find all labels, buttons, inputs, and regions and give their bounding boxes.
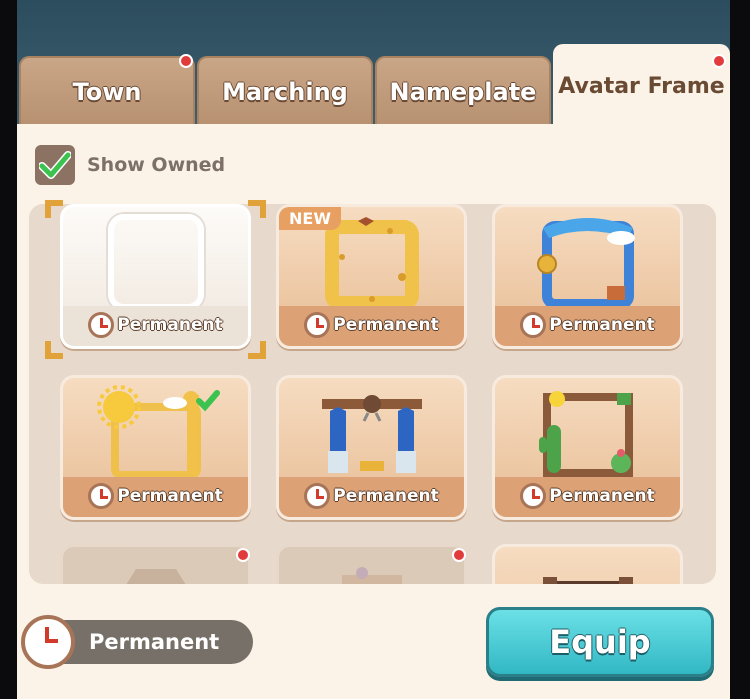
tab-town-label: Town [72,78,142,106]
frame-card-cactus-wood[interactable]: Permanent [492,375,683,520]
frame-duration: Permanent [333,486,439,506]
frame-card-claw-machine[interactable]: Permanent [276,375,467,520]
checkmark-icon [39,151,71,179]
tab-avatar-frame[interactable]: Avatar Frame [553,44,730,126]
frame-preview [495,207,680,317]
frame-card-blank[interactable]: Permanent [60,204,251,349]
frame-duration: Permanent [117,315,223,335]
frame-card-dark-wood[interactable] [492,544,683,584]
frame-preview [63,378,248,488]
show-owned-toggle[interactable]: Show Owned [35,145,225,185]
tab-nameplate-label: Nameplate [389,78,537,106]
frame-preview [63,555,248,584]
clock-icon [21,615,75,669]
frame-duration: Permanent [549,315,655,335]
frame-card-sun-giraffe[interactable]: Permanent [60,375,251,520]
frame-preview [279,555,464,584]
selection-corner [248,341,266,359]
show-owned-label: Show Owned [87,154,226,176]
new-badge: NEW [279,207,341,230]
alert-dot [452,548,466,562]
clock-icon [88,483,115,509]
alert-dot [712,54,726,68]
frame-duration: Permanent [333,315,439,335]
frame-card-cheese[interactable]: Permanent NEW [276,204,467,349]
tab-marching[interactable]: Marching [197,56,373,126]
frame-duration: Permanent [117,486,223,506]
clock-icon [520,483,547,509]
tab-marching-label: Marching [222,78,348,106]
selection-corner [248,200,266,218]
clock-icon [304,312,331,338]
clock-icon [88,312,115,338]
frame-preview [63,207,248,317]
alert-dot [179,54,193,68]
tab-avatar-frame-label: Avatar Frame [558,73,725,99]
frame-preview [495,378,680,488]
duration-label: Permanent [89,630,220,654]
clock-icon [520,312,547,338]
frame-preview [279,378,464,488]
frame-card-blue-ribbon[interactable]: Permanent [492,204,683,349]
clock-icon [304,483,331,509]
frame-grid[interactable]: Permanent Permanent NEW Permanent Perman… [29,204,716,584]
frame-preview [495,561,680,584]
tab-town[interactable]: Town [19,54,195,126]
frame-card-locked[interactable] [276,544,467,584]
frame-duration: Permanent [549,486,655,506]
tab-nameplate[interactable]: Nameplate [375,56,551,126]
selection-corner [45,200,63,218]
show-owned-checkbox[interactable] [35,145,75,185]
duration-indicator: Permanent [21,615,253,669]
selection-corner [45,341,63,359]
frame-card-locked[interactable] [60,544,251,584]
alert-dot [236,548,250,562]
equip-button[interactable]: Equip [486,607,714,677]
